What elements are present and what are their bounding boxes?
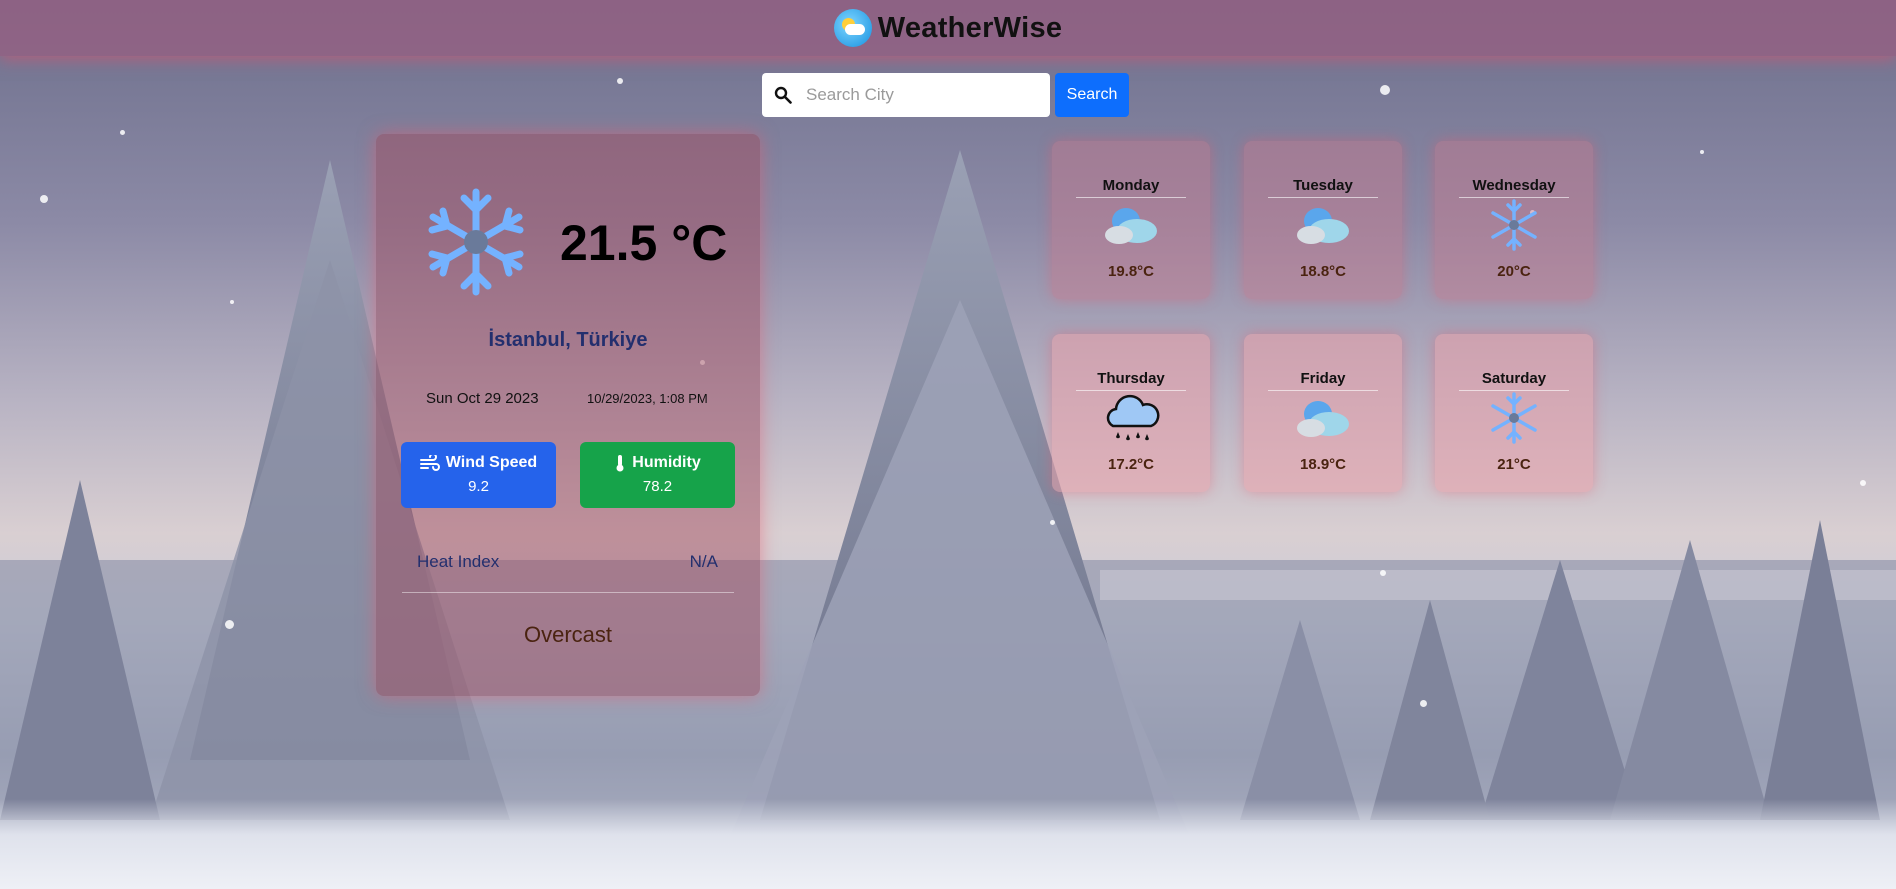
current-datetime: 10/29/2023, 1:08 PM: [587, 391, 708, 406]
cloudy-icon: [1297, 208, 1349, 244]
current-temperature: 21.5 °C: [560, 215, 728, 271]
wind-speed-badge: Wind Speed 9.2: [401, 442, 556, 508]
forest-illustration: [0, 150, 1896, 889]
forecast-day: Monday: [1102, 177, 1160, 194]
forecast-temp: 21°C: [1497, 456, 1531, 473]
app-header: WeatherWise: [0, 0, 1896, 56]
snowflake-icon: [428, 188, 524, 296]
thermometer-icon: [616, 455, 624, 472]
app-title: WeatherWise: [877, 11, 1063, 44]
humidity-badge: Humidity 78.2: [580, 442, 735, 508]
heat-index-value: N/A: [689, 552, 718, 571]
forecast-temp: 18.8°C: [1299, 263, 1347, 280]
cloudy-icon: [1297, 401, 1349, 437]
rain-cloud-icon: [1106, 394, 1160, 441]
search-bar: Search: [762, 73, 1129, 117]
forecast-temp: 20°C: [1497, 263, 1531, 280]
wind-speed-value: 9.2: [468, 478, 489, 495]
humidity-label: Humidity: [632, 454, 701, 471]
forecast-temp: 17.2°C: [1107, 456, 1155, 473]
forecast-temp: 18.9°C: [1299, 456, 1347, 473]
wind-icon: [419, 455, 440, 471]
search-input[interactable]: [804, 84, 1038, 106]
weather-condition: Overcast: [523, 622, 613, 647]
forecast-card-wednesday: Wednesday 20°C: [1435, 141, 1593, 299]
forecast-card-friday: Friday 18.9°C: [1244, 334, 1402, 492]
snowflake-icon: [1491, 392, 1537, 444]
forecast-day: Tuesday: [1293, 177, 1353, 194]
forecast-temp: 19.8°C: [1107, 263, 1155, 280]
humidity-value: 78.2: [642, 478, 673, 495]
cloudy-icon: [1105, 208, 1157, 244]
card-divider: [402, 592, 734, 593]
current-weather-card: 21.5 °C İstanbul, Türkiye Sun Oct 29 202…: [376, 134, 760, 696]
background-snow-scene: [0, 0, 1896, 889]
forecast-day: Thursday: [1097, 370, 1165, 387]
search-icon: [774, 86, 792, 104]
snowflake-icon: [1491, 199, 1537, 251]
search-field-container[interactable]: [762, 73, 1050, 117]
location-name: İstanbul, Türkiye: [488, 329, 648, 351]
forecast-card-thursday: Thursday 17.2°C: [1052, 334, 1210, 492]
forecast-card-monday: Monday 19.8°C: [1052, 141, 1210, 299]
search-button[interactable]: Search: [1055, 73, 1129, 117]
wind-speed-label: Wind Speed: [445, 454, 538, 471]
current-date: Sun Oct 29 2023: [426, 390, 539, 407]
forecast-card-saturday: Saturday 21°C: [1435, 334, 1593, 492]
forecast-card-tuesday: Tuesday 18.8°C: [1244, 141, 1402, 299]
forecast-day: Friday: [1300, 370, 1346, 387]
heat-index-label: Heat Index: [417, 552, 500, 571]
forecast-day: Saturday: [1481, 370, 1547, 387]
forecast-day: Wednesday: [1472, 177, 1556, 194]
weather-logo-icon: [833, 9, 872, 47]
